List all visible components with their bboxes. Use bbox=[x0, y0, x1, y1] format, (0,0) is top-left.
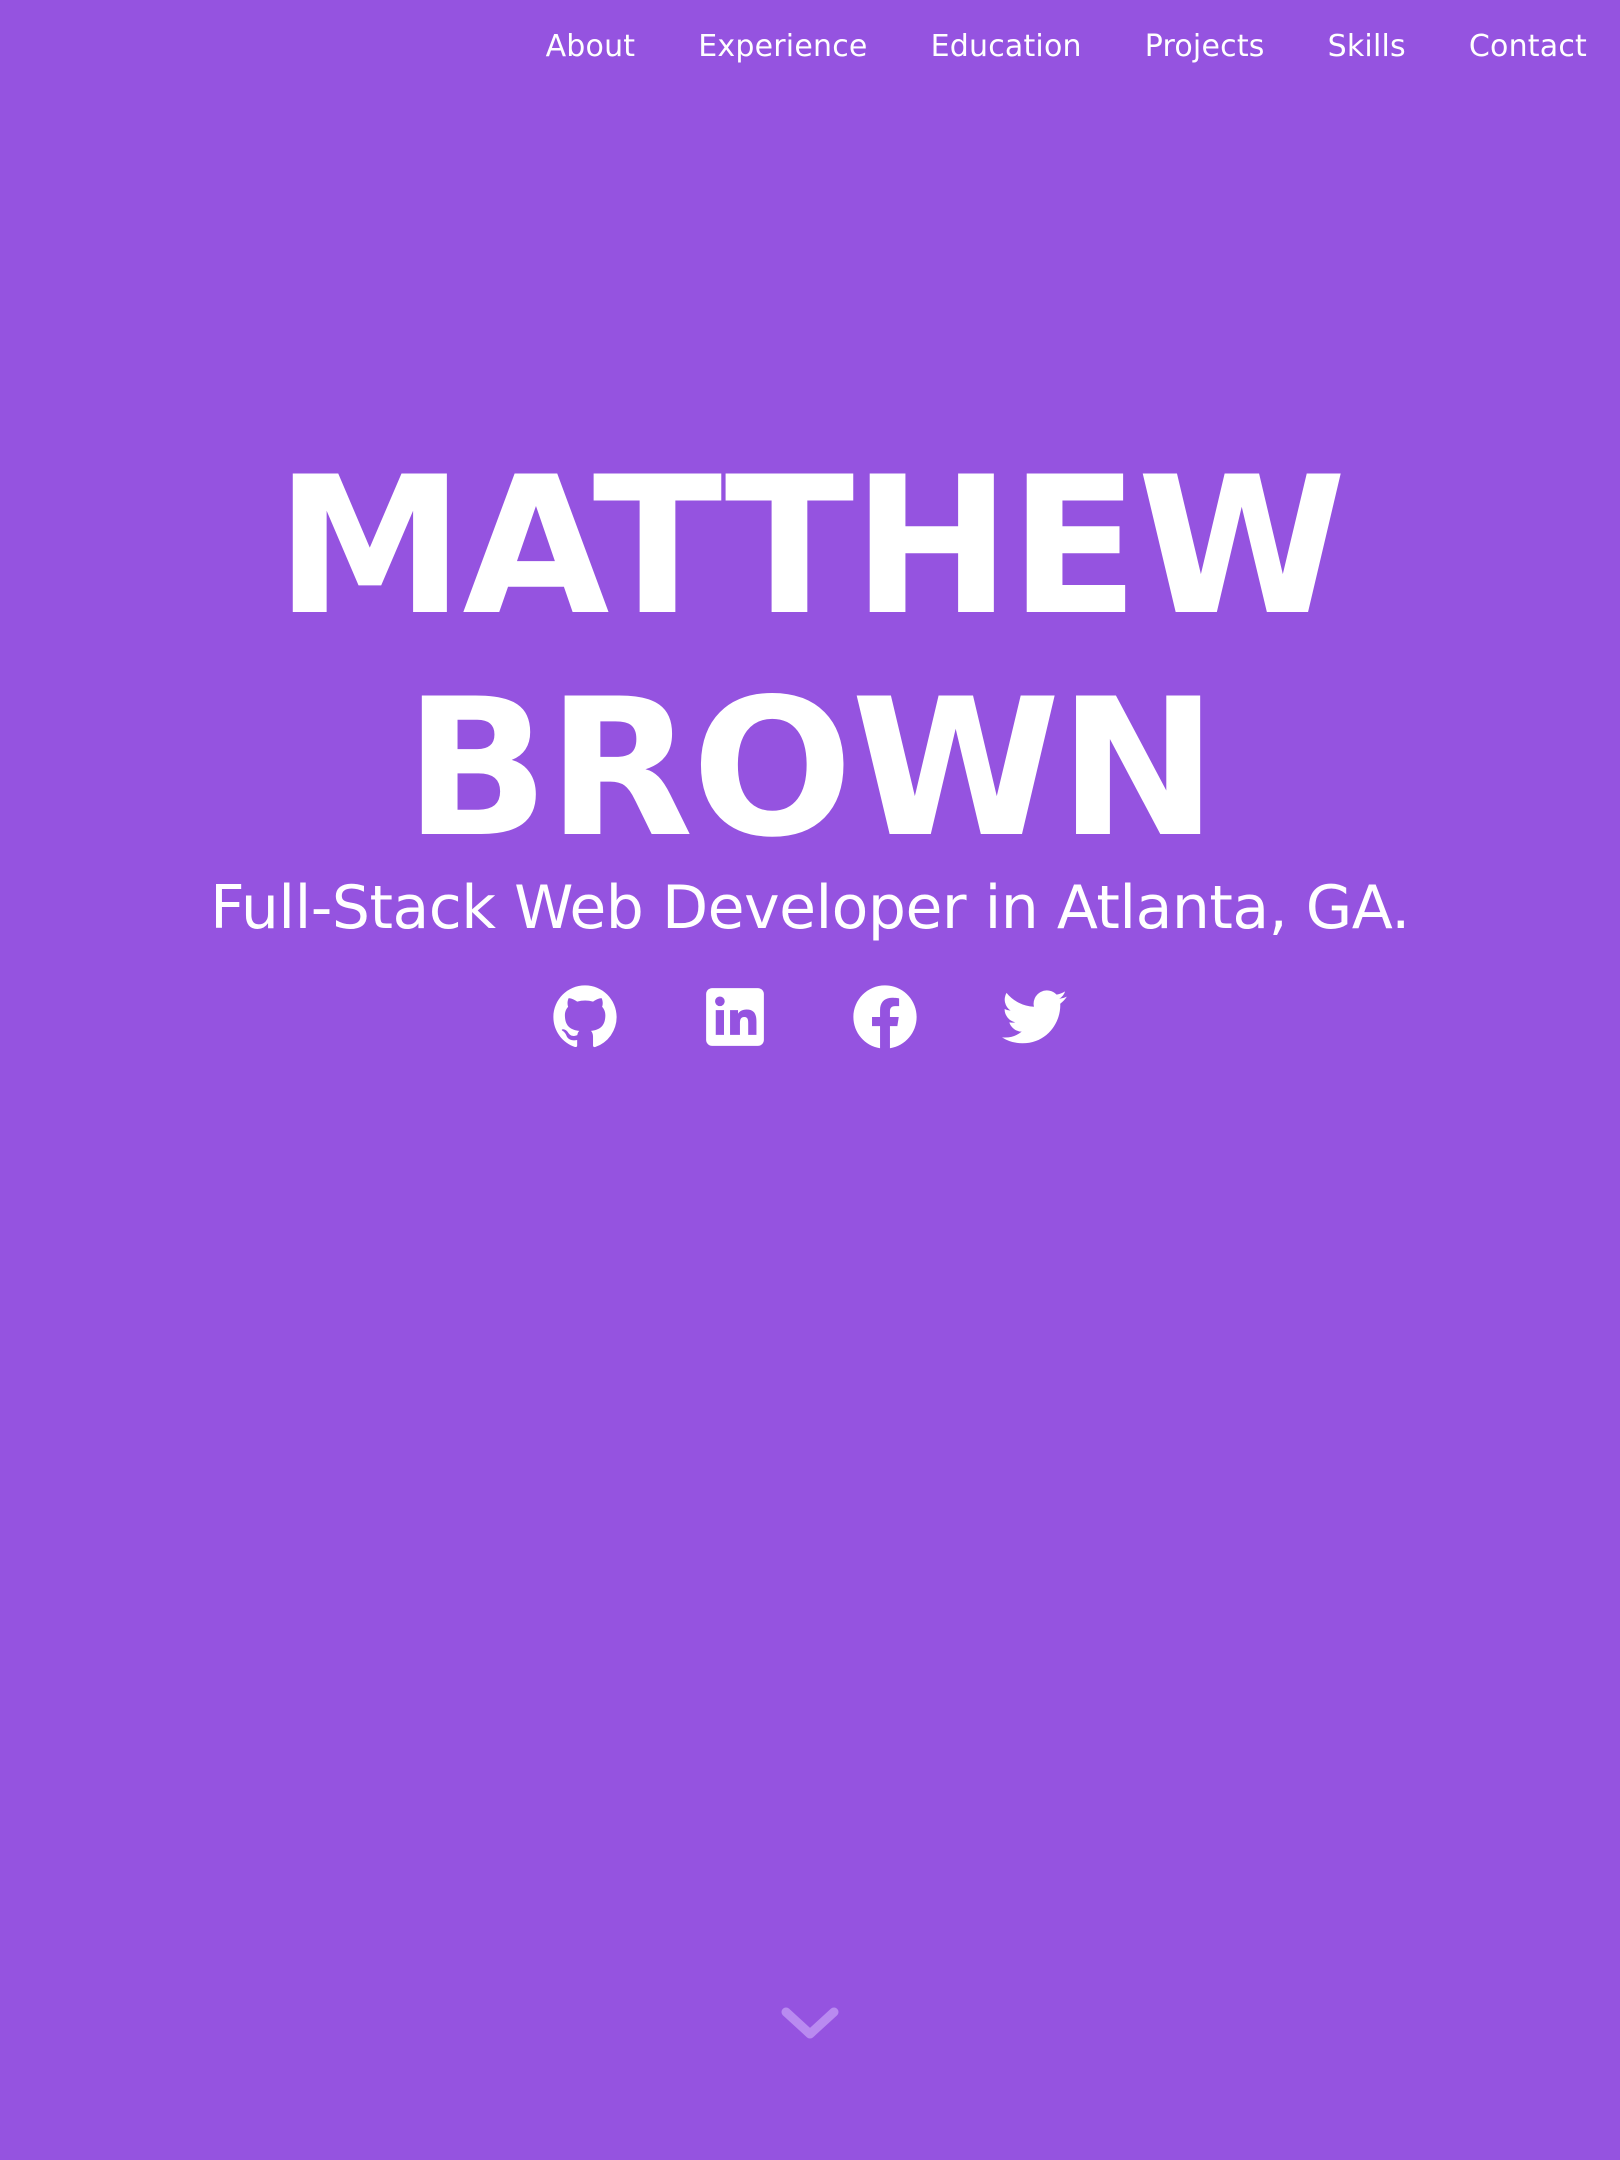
nav-experience[interactable]: Experience bbox=[698, 29, 867, 64]
nav-skills[interactable]: Skills bbox=[1328, 29, 1406, 64]
scroll-down-button[interactable] bbox=[780, 2000, 840, 2050]
twitter-link[interactable] bbox=[1002, 984, 1068, 1050]
linkedin-link[interactable] bbox=[702, 984, 768, 1050]
nav-education[interactable]: Education bbox=[931, 29, 1082, 64]
facebook-icon bbox=[853, 985, 917, 1049]
chevron-down-icon bbox=[781, 2007, 839, 2039]
linkedin-icon bbox=[706, 988, 764, 1046]
hero-subtitle: Full-Stack Web Developer in Atlanta, GA. bbox=[210, 873, 1410, 943]
nav-contact[interactable]: Contact bbox=[1469, 29, 1587, 64]
nav-about[interactable]: About bbox=[546, 29, 636, 64]
nav-projects[interactable]: Projects bbox=[1145, 29, 1265, 64]
social-links bbox=[0, 984, 1620, 1050]
twitter-icon bbox=[1002, 990, 1067, 1044]
hero-name-last: BROWN bbox=[404, 658, 1217, 879]
facebook-link[interactable] bbox=[852, 984, 918, 1050]
github-icon bbox=[553, 985, 617, 1048]
hero-name-first: MATTHEW bbox=[275, 436, 1346, 657]
main-nav: About Experience Education Projects Skil… bbox=[483, 0, 1620, 92]
github-link[interactable] bbox=[552, 984, 618, 1050]
